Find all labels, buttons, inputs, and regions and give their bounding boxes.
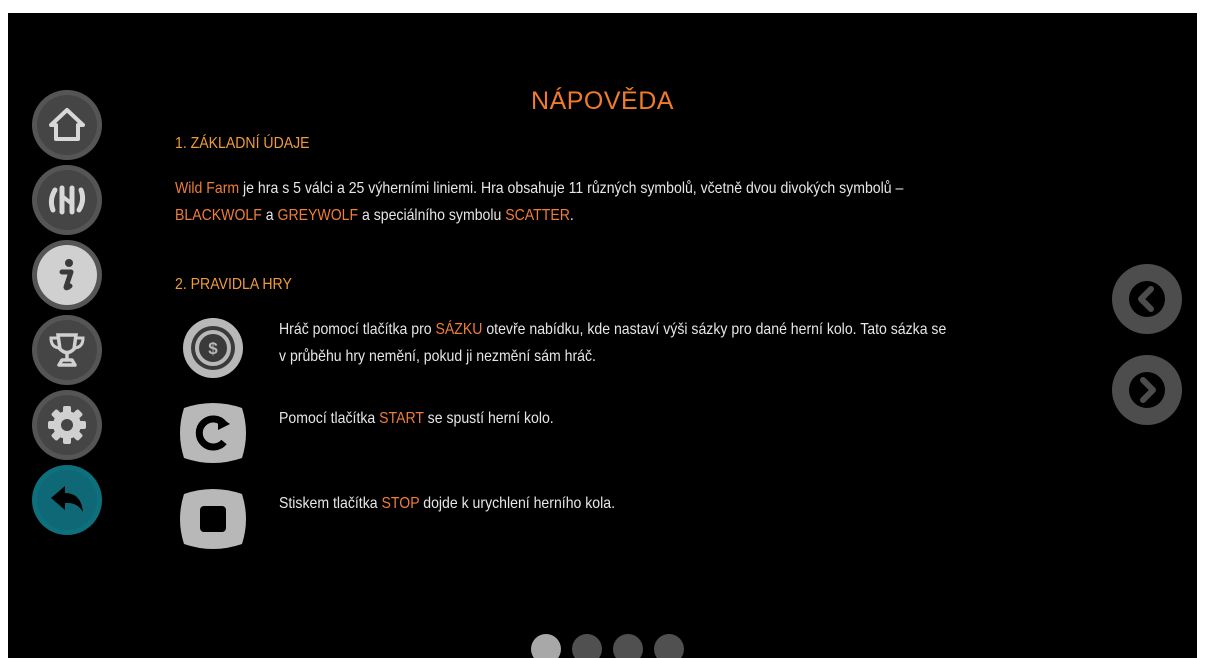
paytable-icon — [48, 185, 86, 215]
section-heading-rules: 2. PRAVIDLA HRY — [175, 276, 292, 293]
start-rule-icon-wrapper — [178, 398, 248, 468]
back-icon — [51, 486, 83, 512]
bet-rule-icon-wrapper: $ — [178, 313, 248, 383]
chevron-right-icon — [1119, 362, 1175, 418]
previous-page-button[interactable] — [1112, 264, 1182, 334]
start-keyword: START — [379, 410, 424, 427]
page-dot-3[interactable] — [613, 634, 643, 658]
paytable-button[interactable] — [32, 165, 102, 235]
page-dot-2[interactable] — [572, 634, 602, 658]
wild-symbol-blackwolf: BLACKWOLF — [175, 207, 262, 224]
help-screen: NÁPOVĚDA 1. ZÁKLADNÍ ÚDAJE Wild Farm je … — [8, 13, 1197, 658]
bet-keyword: SÁZKU — [435, 321, 483, 338]
bet-rule-text: Hráč pomocí tlačítka pro SÁZKU otevře na… — [279, 321, 947, 365]
trophy-icon — [49, 333, 85, 367]
bet-coin-icon: $ — [183, 318, 243, 378]
page-dot-4[interactable] — [654, 634, 684, 658]
stop-rule-text: Stiskem tlačítka STOP dojde k urychlení … — [279, 495, 616, 512]
section-heading-basic-info: 1. ZÁKLADNÍ ÚDAJE — [175, 135, 310, 152]
info-icon — [59, 259, 74, 291]
chevron-left-icon — [1119, 271, 1175, 327]
stop-rule-icon-wrapper — [178, 484, 248, 554]
scatter-symbol: SCATTER — [505, 207, 570, 224]
info-button[interactable] — [32, 240, 102, 310]
section-basic-info-text: Wild Farm je hra s 5 válci a 25 výherním… — [175, 180, 904, 224]
back-button[interactable] — [32, 465, 102, 535]
settings-icon — [48, 406, 86, 444]
settings-button[interactable] — [32, 390, 102, 460]
page-title: NÁPOVĚDA — [531, 87, 674, 115]
page-dot-1[interactable] — [531, 634, 561, 658]
next-page-button[interactable] — [1112, 355, 1182, 425]
start-spin-icon — [180, 403, 246, 463]
svg-text:$: $ — [208, 339, 218, 358]
game-name: Wild Farm — [175, 180, 240, 197]
stop-keyword: STOP — [381, 495, 420, 512]
wild-symbol-greywolf: GREYWOLF — [277, 207, 359, 224]
start-rule-text: Pomocí tlačítka START se spustí herní ko… — [279, 410, 554, 427]
stop-icon — [180, 489, 246, 549]
trophy-button[interactable] — [32, 315, 102, 385]
